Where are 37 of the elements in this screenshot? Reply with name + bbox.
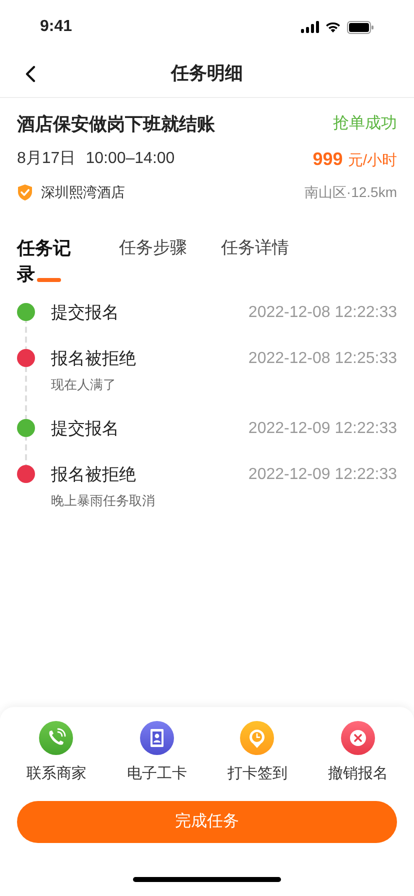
record-note: 现在人满了 [51, 376, 117, 394]
record-time: 2022-12-08 12:22:33 [248, 303, 397, 323]
action-button[interactable]: 电子工卡 [112, 720, 202, 785]
task-title: 酒店保安做岗下班就结账 [17, 112, 215, 136]
task-date: 8月17日 [17, 149, 76, 169]
page-title: 任务明细 [171, 62, 243, 85]
tab[interactable]: 任务详情 [221, 235, 289, 287]
location-distance: 南山区·12.5km [304, 182, 397, 202]
task-hours: 10:00–14:00 [86, 149, 175, 169]
status-label: 抢单成功 [333, 114, 397, 134]
record-note: 晚上暴雨任务取消 [51, 492, 156, 510]
tab-indicator [37, 278, 61, 282]
tab[interactable]: 任务步骤 [119, 235, 187, 287]
record-title: 报名被拒绝 [51, 464, 136, 486]
status-time: 9:41 [40, 17, 72, 37]
close-icon [340, 720, 375, 754]
shield-check-icon [17, 184, 33, 200]
signal-icon [301, 21, 319, 33]
battery-icon [347, 20, 374, 34]
wifi-icon [325, 21, 341, 33]
merchant-name: 深圳熙湾酒店 [41, 182, 125, 202]
record-time: 2022-12-09 12:22:33 [248, 464, 397, 484]
phone-icon [39, 720, 74, 754]
action-button[interactable]: 联系商家 [11, 720, 102, 785]
back-icon [24, 65, 36, 83]
price-unit: 元/小时 [348, 150, 397, 170]
record-title: 报名被拒绝 [51, 348, 136, 370]
price-value: 999 [312, 148, 343, 170]
record-title: 提交报名 [51, 418, 119, 440]
clock-pin-icon [240, 720, 274, 754]
record-time: 2022-12-08 12:25:33 [248, 349, 397, 369]
action-button[interactable]: 打卡签到 [212, 720, 302, 785]
tab[interactable]: 任务记录 [17, 235, 85, 287]
action-button[interactable]: 撤销报名 [312, 720, 403, 785]
id-card-icon [140, 720, 174, 754]
record-title: 提交报名 [51, 302, 119, 324]
record-time: 2022-12-09 12:22:33 [248, 418, 397, 438]
